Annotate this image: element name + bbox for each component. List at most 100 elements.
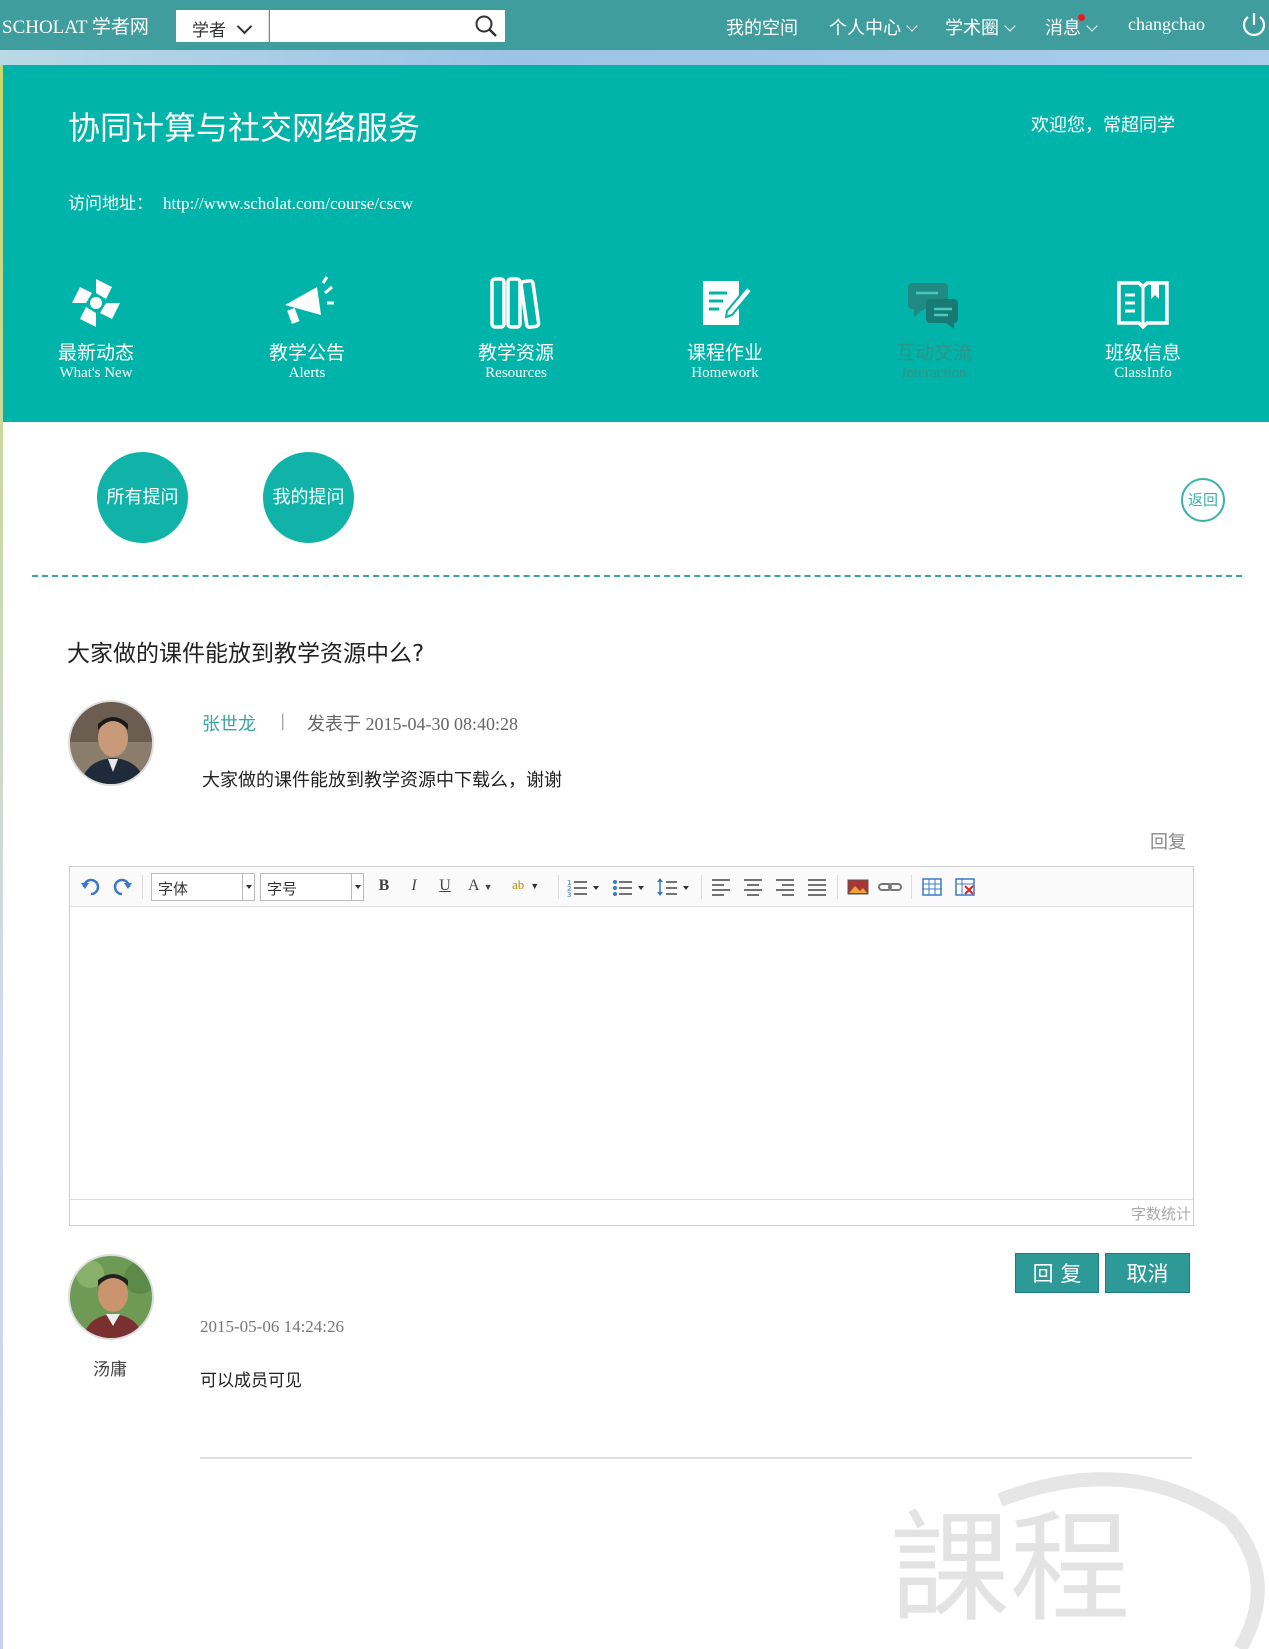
module-label-cn: 教学公告: [268, 343, 345, 364]
search-type-select[interactable]: 学者: [176, 10, 269, 42]
unordered-list-icon[interactable]: [612, 877, 648, 897]
editor-toolbar: 字体 字号 B I U A ▼ ab ▼ 123: [70, 867, 1193, 907]
font-size-select[interactable]: 字号: [260, 873, 364, 901]
toolbar-divider: [558, 875, 559, 899]
svg-text:3: 3: [567, 891, 571, 897]
back-button[interactable]: 返回: [1181, 478, 1225, 522]
module-label-cn: 教学资源: [477, 343, 554, 364]
search-input[interactable]: [270, 10, 505, 42]
word-count: 字数统计: [1130, 1205, 1191, 1223]
welcome-text: 欢迎您，常超同学: [1031, 115, 1175, 135]
module-label-cn: 课程作业: [686, 343, 763, 364]
toolbar-divider: [142, 875, 143, 899]
all-questions-button[interactable]: 所有提问: [97, 452, 188, 543]
course-seal-watermark: 課程: [890, 1472, 1265, 1649]
module-classinfo[interactable]: 班级信息 ClassInfo: [1073, 275, 1213, 383]
insert-table-icon[interactable]: [921, 877, 943, 897]
top-stripe: [0, 50, 1269, 65]
module-label-en: Interaction: [901, 365, 967, 381]
module-interaction[interactable]: 互动交流 Interaction: [864, 275, 1004, 383]
ordered-list-icon[interactable]: 123: [567, 877, 603, 897]
dropdown-arrow-icon: [351, 874, 363, 900]
reply-link[interactable]: 回复: [1150, 828, 1186, 854]
module-label-en: What's New: [59, 365, 133, 381]
link-icon[interactable]: [878, 877, 902, 897]
cancel-button[interactable]: 取消: [1105, 1253, 1190, 1293]
line-height-icon[interactable]: [657, 877, 693, 897]
nav-my-space[interactable]: 我的空间: [726, 14, 798, 40]
editor-footer: 字数统计: [70, 1199, 1193, 1225]
search-icon[interactable]: [474, 14, 498, 38]
chat-bubbles-icon: [908, 283, 958, 329]
question-author[interactable]: 张世龙: [202, 710, 256, 736]
person-photo-icon: [70, 1256, 152, 1338]
search-type-label: 学者: [192, 21, 226, 40]
site-logo[interactable]: SCHOLAT 学者网: [2, 12, 149, 39]
course-title: 协同计算与社交网络服务: [68, 109, 421, 147]
align-justify-icon[interactable]: [806, 877, 828, 897]
align-left-icon[interactable]: [710, 877, 732, 897]
question-posted-time: 发表于 2015-04-30 08:40:28: [307, 714, 518, 734]
avatar[interactable]: [68, 700, 154, 786]
module-label-en: Homework: [691, 365, 759, 381]
reply-time: 2015-05-06 14:24:26: [200, 1317, 345, 1336]
editor-text-area[interactable]: [70, 907, 1193, 1201]
toolbar-divider: [837, 875, 838, 899]
watermark-text: 課程: [890, 1500, 1130, 1639]
image-icon[interactable]: [847, 877, 869, 897]
font-family-select[interactable]: 字体: [151, 873, 255, 901]
module-alerts[interactable]: 教学公告 Alerts: [237, 275, 377, 383]
highlight-button[interactable]: ab ▼: [512, 877, 552, 897]
bold-button[interactable]: B: [375, 877, 393, 897]
delete-table-icon[interactable]: [954, 877, 976, 897]
dropdown-arrow-icon: ▼: [530, 881, 540, 891]
meta-separator: |: [281, 710, 285, 730]
nav-academic-circle[interactable]: 学术圈: [945, 14, 1016, 40]
reply-submit-button[interactable]: 回 复: [1015, 1253, 1099, 1293]
module-label-en: Resources: [485, 365, 547, 381]
reply-body: 可以成员可见: [200, 1371, 302, 1391]
module-whats-new[interactable]: 最新动态 What's New: [26, 275, 166, 383]
undo-icon[interactable]: [80, 877, 102, 897]
top-navbar: SCHOLAT 学者网 学者 我的空间 个人中心 学术圈 消息 changcha…: [0, 0, 1269, 50]
font-color-button[interactable]: A ▼: [468, 877, 498, 897]
chevron-down-icon: [236, 18, 253, 35]
toolbar-divider: [911, 875, 912, 899]
module-homework[interactable]: 课程作业 Homework: [655, 275, 795, 383]
redo-icon[interactable]: [111, 877, 133, 897]
rich-text-editor: 字体 字号 B I U A ▼ ab ▼ 123 字数统计: [69, 866, 1194, 1226]
module-label-en: Alerts: [288, 365, 326, 381]
person-photo-icon: [70, 702, 152, 784]
my-questions-button[interactable]: 我的提问: [263, 452, 354, 543]
chevron-down-icon: [906, 20, 918, 32]
visit-label: 访问地址：: [68, 194, 153, 213]
nav-username[interactable]: changchao: [1128, 14, 1205, 35]
dropdown-arrow-icon: [242, 874, 254, 900]
align-center-icon[interactable]: [742, 877, 764, 897]
italic-button[interactable]: I: [405, 877, 423, 897]
reply-author[interactable]: 汤庸: [93, 1355, 127, 1380]
visit-url[interactable]: http://www.scholat.com/course/cscw: [163, 194, 413, 213]
module-label-cn: 互动交流: [895, 343, 972, 364]
edit-document-icon: [703, 281, 753, 325]
align-right-icon[interactable]: [774, 877, 796, 897]
unread-dot: [1078, 14, 1085, 21]
section-divider: [32, 575, 1242, 577]
pinwheel-icon: [72, 279, 120, 327]
visit-address: 访问地址： http://www.scholat.com/course/cscw: [68, 189, 413, 214]
power-icon[interactable]: [1240, 11, 1268, 39]
module-resources[interactable]: 教学资源 Resources: [446, 275, 586, 383]
nav-messages[interactable]: 消息: [1045, 14, 1098, 40]
books-icon: [490, 277, 541, 329]
reply-divider: [200, 1457, 1192, 1459]
avatar[interactable]: [68, 1254, 154, 1340]
underline-button[interactable]: U: [436, 877, 454, 897]
course-header: 协同计算与社交网络服务 欢迎您，常超同学 访问地址： http://www.sch…: [3, 65, 1269, 422]
question-title: 大家做的课件能放到教学资源中么?: [67, 641, 425, 667]
chevron-down-icon: [1004, 20, 1016, 32]
chevron-down-icon: [1086, 20, 1098, 32]
module-label-cn: 最新动态: [57, 343, 134, 364]
module-label-en: ClassInfo: [1114, 365, 1172, 381]
toolbar-divider: [701, 875, 702, 899]
nav-personal-center[interactable]: 个人中心: [829, 14, 918, 40]
